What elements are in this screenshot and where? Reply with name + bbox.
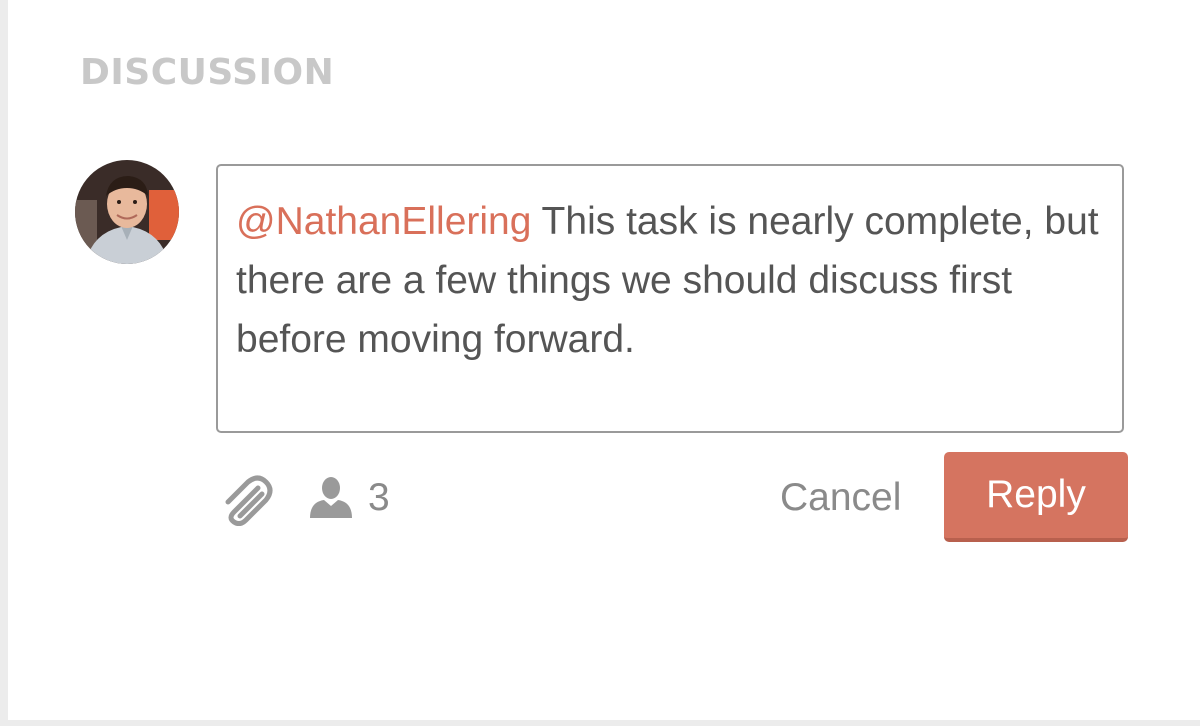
- person-icon: [310, 477, 352, 518]
- participants-count: 3: [368, 476, 390, 519]
- comment-input[interactable]: @NathanEllering This task is nearly comp…: [216, 164, 1124, 433]
- participants-button[interactable]: 3: [308, 472, 390, 524]
- section-title: DISCUSSION: [80, 52, 335, 93]
- cancel-button[interactable]: Cancel: [772, 470, 909, 526]
- paperclip-icon[interactable]: [218, 474, 274, 527]
- mention-link[interactable]: @NathanEllering: [236, 200, 531, 243]
- avatar-image: [75, 160, 179, 264]
- reply-button[interactable]: Reply: [944, 452, 1128, 542]
- discussion-panel: DISCUSSION @NathanEllering This task is …: [8, 0, 1200, 720]
- avatar: [75, 160, 179, 264]
